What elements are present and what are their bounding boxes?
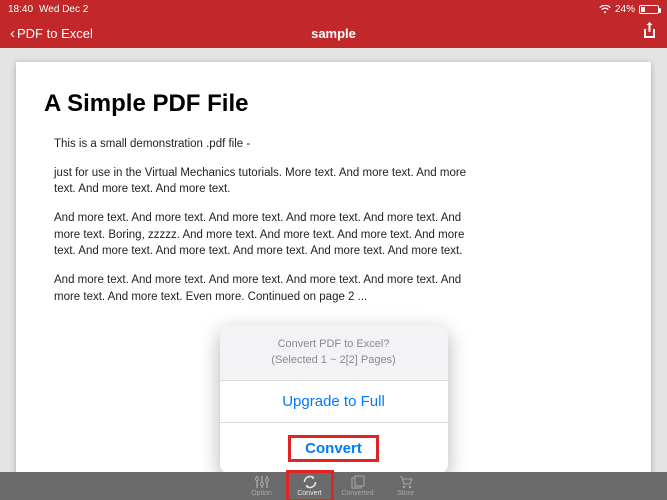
share-button[interactable] <box>642 22 657 45</box>
doc-paragraph: This is a small demonstration .pdf file … <box>54 136 474 153</box>
tab-convert[interactable]: Convert <box>286 472 334 500</box>
cart-icon <box>398 475 414 489</box>
status-date: Wed Dec 2 <box>39 4 88 15</box>
back-button[interactable]: ‹ PDF to Excel <box>10 26 93 41</box>
status-bar: 18:40 Wed Dec 2 24% <box>0 0 667 18</box>
popup-subtitle: (Selected 1 ~ 2[2] Pages) <box>230 353 438 368</box>
upgrade-label: Upgrade to Full <box>282 393 385 410</box>
tab-option[interactable]: Option <box>238 472 286 500</box>
app-screen: 18:40 Wed Dec 2 24% ‹ PDF to Excel sampl… <box>0 0 667 500</box>
upgrade-button[interactable]: Upgrade to Full <box>220 380 448 422</box>
back-label: PDF to Excel <box>17 26 93 41</box>
files-icon <box>350 475 366 489</box>
tab-label: Store <box>397 490 414 497</box>
doc-body: This is a small demonstration .pdf file … <box>44 136 474 305</box>
tab-label: Converted <box>341 490 373 497</box>
wifi-icon <box>599 5 611 14</box>
tab-store[interactable]: Store <box>382 472 430 500</box>
tab-converted[interactable]: Converted <box>334 472 382 500</box>
page-title: sample <box>0 26 667 41</box>
battery-icon <box>639 5 659 14</box>
doc-paragraph: And more text. And more text. And more t… <box>54 210 474 260</box>
tab-label: Option <box>251 490 272 497</box>
status-time: 18:40 <box>8 4 33 15</box>
convert-popup: Convert PDF to Excel? (Selected 1 ~ 2[2]… <box>220 325 448 474</box>
nav-bar: ‹ PDF to Excel sample <box>0 18 667 48</box>
refresh-icon <box>302 475 318 489</box>
tab-bar: Option Convert Converted Store <box>0 472 667 500</box>
sliders-icon <box>254 475 270 489</box>
convert-button[interactable]: Convert <box>220 422 448 474</box>
tab-label: Convert <box>297 490 322 497</box>
doc-paragraph: And more text. And more text. And more t… <box>54 272 474 305</box>
doc-paragraph: just for use in the Virtual Mechanics tu… <box>54 165 474 198</box>
doc-heading: A Simple PDF File <box>44 90 623 118</box>
popup-header: Convert PDF to Excel? (Selected 1 ~ 2[2]… <box>220 325 448 380</box>
battery-percent: 24% <box>615 4 635 15</box>
share-icon <box>642 22 657 40</box>
chevron-left-icon: ‹ <box>10 26 15 41</box>
popup-title: Convert PDF to Excel? <box>230 337 438 352</box>
convert-label: Convert <box>288 435 379 462</box>
